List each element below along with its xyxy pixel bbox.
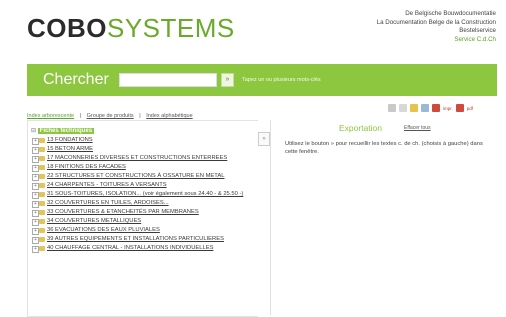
expand-icon[interactable]: + xyxy=(32,201,39,208)
folder-icon xyxy=(39,246,45,251)
tree-item-label[interactable]: 36 EVACUATIONS DES EAUX PLUVIALES xyxy=(47,227,160,233)
print-icon[interactable] xyxy=(388,104,396,112)
tree-list: +13 FONDATIONS +15 BETON ARME +17 MACONNER… xyxy=(31,137,256,254)
tree-root[interactable]: ⊟ Fiches techniques xyxy=(31,127,95,134)
folder-icon xyxy=(39,210,45,215)
toolbar: impr. pdf xyxy=(388,103,473,113)
add-to-export-button[interactable]: » xyxy=(258,132,270,146)
search-input[interactable] xyxy=(119,73,217,87)
expand-icon[interactable]: + xyxy=(32,147,39,154)
font-icon[interactable] xyxy=(399,104,407,112)
tab-separator: | xyxy=(79,113,82,119)
header-line-2: La Documentation Belge de la Constructio… xyxy=(376,18,496,26)
expand-icon[interactable]: + xyxy=(32,219,39,226)
folder-icon xyxy=(39,192,45,197)
tree-item[interactable]: +32 COUVERTURES EN TUILES, ARDOISES... xyxy=(31,200,256,208)
folder-icon xyxy=(39,237,45,242)
tree-item[interactable]: +33 COUVERTURES & ETANCHEITÉS PAR MEMBRA… xyxy=(31,209,256,217)
logo-bold: COBO xyxy=(27,13,107,43)
expand-icon[interactable]: + xyxy=(32,237,39,244)
folder-icon xyxy=(39,201,45,206)
expand-icon[interactable]: + xyxy=(32,228,39,235)
export-title: Exportation xyxy=(339,123,382,133)
toolbar-text-a[interactable]: impr. xyxy=(443,106,453,111)
expand-icon[interactable]: + xyxy=(32,246,39,253)
search-bar: Chercher » Tapez un ou plusieurs mots-cl… xyxy=(27,64,497,96)
folder-icon xyxy=(39,219,45,224)
expand-icon[interactable]: + xyxy=(32,210,39,217)
tree-item-label[interactable]: 39 AUTRES EQUIPEMENTS ET INSTALLATIONS P… xyxy=(47,236,224,242)
tree-item-label[interactable]: 32 COUVERTURES EN TUILES, ARDOISES... xyxy=(47,200,169,206)
tab-separator: | xyxy=(139,113,141,119)
expand-icon[interactable]: + xyxy=(32,165,39,172)
tree-item-label[interactable]: 34 COUVERTURES METALLIQUES xyxy=(47,218,141,224)
tree-panel: ⊟ Fiches techniques +13 FONDATIONS +15 BE… xyxy=(27,120,258,317)
folder-icon xyxy=(39,156,45,161)
search-help-text: Tapez un ou plusieurs mots-clés xyxy=(242,77,321,83)
tree-item-label[interactable]: 33 COUVERTURES & ETANCHEITÉS PAR MEMBRAN… xyxy=(47,209,199,215)
clear-all-link[interactable]: Effacer tous xyxy=(404,125,431,131)
tree-item-label[interactable]: 40 CHAUFFAGE CENTRAL - INSTALLATIONS IND… xyxy=(47,245,213,251)
bookmark-icon[interactable] xyxy=(410,104,418,112)
mail-icon[interactable] xyxy=(421,104,429,112)
view-tabs: Index arborescente | Groupe de produits … xyxy=(27,113,197,119)
cobosystems-logo[interactable]: COBOSYSTEMS xyxy=(27,13,235,43)
pdf-icon-2[interactable] xyxy=(455,104,464,112)
tree-item-label[interactable]: 18 FINITIONS DES FACADES xyxy=(47,164,126,170)
header-info: De Belgische Bouwdocumentatie La Documen… xyxy=(377,10,496,44)
pdf-icon[interactable] xyxy=(432,104,440,112)
expand-icon[interactable]: + xyxy=(32,156,39,163)
folder-icon xyxy=(39,174,45,179)
folder-icon xyxy=(39,228,45,233)
folder-icon xyxy=(39,138,45,143)
tree-item[interactable]: +13 FONDATIONS xyxy=(31,137,256,145)
logo-light: SYSTEMS xyxy=(107,13,235,43)
export-panel: Exportation Effacer tous Utilisez le bou… xyxy=(271,120,497,315)
tree-item[interactable]: +39 AUTRES EQUIPEMENTS ET INSTALLATIONS … xyxy=(31,236,256,244)
tree-item[interactable]: +40 CHAUFFAGE CENTRAL - INSTALLATIONS IN… xyxy=(31,245,256,253)
tree-item[interactable]: +31 SOUS-TOITURES, ISOLATION... (voir ég… xyxy=(31,191,256,199)
expand-icon[interactable]: + xyxy=(32,174,39,181)
collapse-icon[interactable]: ⊟ xyxy=(31,128,36,134)
tree-item-label[interactable]: 15 BETON ARME xyxy=(47,146,93,152)
tree-root-label[interactable]: Fiches techniques xyxy=(37,128,95,134)
expand-icon[interactable]: + xyxy=(32,192,39,199)
tree-item[interactable]: +24 CHARPENTES - TOITURES A VERSANTS xyxy=(31,182,256,190)
tree-item-label[interactable]: 17 MACONNERIES DIVERSES ET CONSTRUCTIONS… xyxy=(47,155,227,161)
expand-icon[interactable]: + xyxy=(32,183,39,190)
tree-item-label[interactable]: 24 CHARPENTES - TOITURES A VERSANTS xyxy=(47,182,167,188)
folder-icon xyxy=(39,183,45,188)
search-go-button[interactable]: » xyxy=(221,73,234,87)
folder-icon xyxy=(39,147,45,152)
export-help-text: Utilisez le bouton » pour recueillir les… xyxy=(285,141,483,155)
service-link[interactable]: Service C.d.Ch xyxy=(377,36,496,45)
tree-item[interactable]: +36 EVACUATIONS DES EAUX PLUVIALES xyxy=(31,227,256,235)
tab-tree-index[interactable]: Index arborescente xyxy=(27,113,74,119)
tree-item-label[interactable]: 13 FONDATIONS xyxy=(47,137,93,143)
tree-item[interactable]: +17 MACONNERIES DIVERSES ET CONSTRUCTION… xyxy=(31,155,256,163)
tree-item[interactable]: +34 COUVERTURES METALLIQUES xyxy=(31,218,256,226)
header-line-3: Bestelservice xyxy=(459,27,496,34)
expand-icon[interactable]: + xyxy=(32,138,39,145)
toolbar-text-b[interactable]: pdf xyxy=(467,106,473,111)
tree-item[interactable]: +22 STRUCTURES ET CONSTRUCTIONS À OSSATU… xyxy=(31,173,256,181)
tree-item[interactable]: +18 FINITIONS DES FACADES xyxy=(31,164,256,172)
tree-item-label[interactable]: 31 SOUS-TOITURES, ISOLATION... (voir éga… xyxy=(47,191,243,197)
tree-item-label[interactable]: 22 STRUCTURES ET CONSTRUCTIONS À OSSATUR… xyxy=(47,173,224,179)
search-label: Chercher xyxy=(43,71,109,88)
tab-product-groups[interactable]: Groupe de produits xyxy=(87,113,134,119)
tree-item[interactable]: +15 BETON ARME xyxy=(31,146,256,154)
header: COBOSYSTEMS De Belgische Bouwdocumentati… xyxy=(0,0,506,55)
header-line-1: De Belgische Bouwdocumentatie xyxy=(405,10,496,17)
folder-icon xyxy=(39,165,45,170)
tab-alphabetical-index[interactable]: Index alphabétique xyxy=(146,113,192,119)
